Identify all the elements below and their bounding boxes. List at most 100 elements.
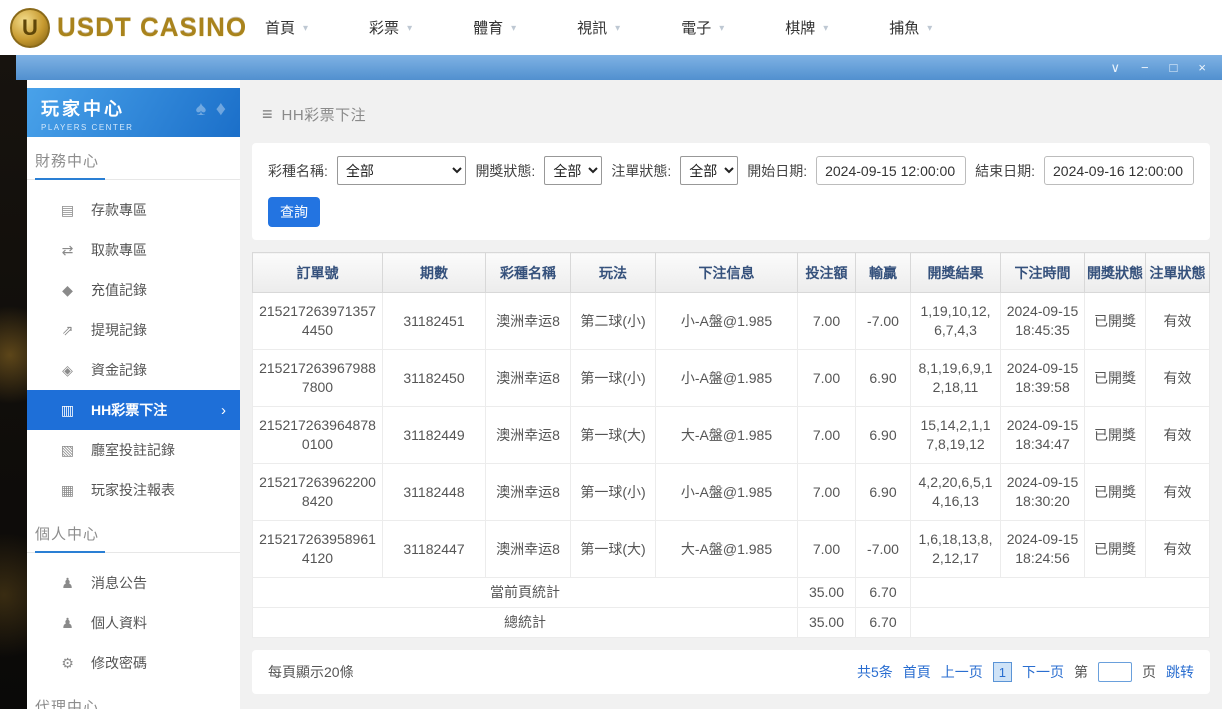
table-row: 2152172639648780100 31182449 澳洲幸运8 第一球(大…: [253, 407, 1210, 464]
next-page-link[interactable]: 下一页: [1022, 662, 1064, 682]
funds-record-icon: ◈: [59, 362, 76, 379]
sidebar-item-messages[interactable]: ♟ 消息公告: [27, 563, 240, 603]
logo[interactable]: U USDT CASINO: [0, 8, 237, 48]
bet-table: 訂單號 期數 彩種名稱 玩法 下注信息 投注額 輸贏 開獎結果 下注時間 開獎狀…: [252, 252, 1210, 638]
draw-status-cell: 已開獎: [1085, 350, 1146, 407]
logo-coin-icon: U: [10, 8, 50, 48]
finance-menu: ▤ 存款專區 ⇄ 取款專區 ◆ 充值記錄 ⇗ 提: [27, 180, 240, 510]
jump-label-pre: 第: [1074, 662, 1088, 682]
section-personal-label: 個人中心: [35, 523, 105, 553]
window-close-button[interactable]: ×: [1198, 61, 1206, 74]
draw-status-cell: 已開獎: [1085, 293, 1146, 350]
play-type-cell: 第一球(小): [571, 350, 656, 407]
filter-row: 彩種名稱: 全部 開獎狀態: 全部 注單狀態: 全部: [268, 156, 1194, 185]
draw-status-select-label: 開獎狀態:: [475, 161, 535, 181]
sidebar-item-deposit[interactable]: ▤ 存款專區: [27, 190, 240, 230]
col-header-bet-info: 下注信息: [656, 253, 798, 293]
lottery-select[interactable]: 全部: [337, 156, 467, 185]
first-page-link[interactable]: 首頁: [903, 662, 931, 682]
pagination-controls: 共5条 首頁 上一页 1 下一页 第 页 跳转: [857, 662, 1194, 682]
profile-icon: ♟: [59, 615, 76, 632]
player-report-icon: ▦: [59, 482, 76, 499]
order-status-cell: 有效: [1146, 464, 1210, 521]
menu-icon[interactable]: ≡: [262, 104, 273, 125]
sidebar-item-label: HH彩票下注: [91, 400, 167, 420]
filter-panel: 彩種名稱: 全部 開獎狀態: 全部 注單狀態: 全部: [252, 143, 1210, 240]
nav-item-slots[interactable]: 電子▾: [653, 0, 757, 55]
sidebar-item-hall-bet-record[interactable]: ▧ 廳室投註記錄: [27, 430, 240, 470]
table-row: 2152172639679887800 31182450 澳洲幸运8 第一球(小…: [253, 350, 1210, 407]
page-jump-input[interactable]: [1098, 662, 1132, 682]
sidebar-item-change-password[interactable]: ⚙ 修改密碼: [27, 643, 240, 683]
window-collapse-button[interactable]: ∨: [1110, 61, 1120, 74]
top-nav-bar: U USDT CASINO 首頁▾ 彩票 ▾ 體育▾ 視訊▾ 電子▾ 棋牌▾ 捕魚…: [0, 0, 1222, 55]
bet-amount-cell: 7.00: [798, 407, 856, 464]
order-status-select[interactable]: 全部: [680, 156, 738, 185]
end-date-input[interactable]: [1044, 156, 1194, 185]
jump-button[interactable]: 跳转: [1166, 662, 1194, 682]
draw-result-cell: 15,14,2,1,17,8,19,12: [911, 407, 1001, 464]
sidebar-item-hh-lottery-bet[interactable]: ▥ HH彩票下注 ›: [27, 390, 240, 430]
lottery-name-cell: 澳洲幸运8: [486, 407, 571, 464]
sidebar-item-label: 提現記錄: [91, 320, 147, 340]
sidebar-item-profile[interactable]: ♟ 個人資料: [27, 603, 240, 643]
sidebar-item-label: 取款專區: [91, 240, 147, 260]
start-date-input[interactable]: [816, 156, 966, 185]
col-header-bet-amount: 投注額: [798, 253, 856, 293]
sidebar-item-label: 玩家投注報表: [91, 480, 175, 500]
bet-amount-cell: 7.00: [798, 293, 856, 350]
query-button[interactable]: 查詢: [268, 197, 320, 227]
nav-item-fishing[interactable]: 捕魚▾: [861, 0, 965, 55]
recharge-record-icon: ◆: [59, 282, 76, 299]
sidebar-header: 玩家中心 PLAYERS CENTER ♠ ♦: [27, 88, 240, 137]
personal-menu: ♟ 消息公告 ♟ 個人資料 ⚙ 修改密碼: [27, 553, 240, 683]
sidebar-item-label: 充值記錄: [91, 280, 147, 300]
chevron-right-icon: ›: [221, 402, 226, 419]
lottery-name-cell: 澳洲幸运8: [486, 464, 571, 521]
bet-info-cell: 大-A盤@1.985: [656, 407, 798, 464]
sidebar-item-recharge-record[interactable]: ◆ 充值記錄: [27, 270, 240, 310]
window-minimize-button[interactable]: −: [1141, 61, 1149, 74]
window-title-bar: ∨ − □ ×: [16, 55, 1222, 80]
lottery-bet-icon: ▥: [59, 402, 76, 419]
sidebar-item-label: 資金記錄: [91, 360, 147, 380]
window-maximize-button[interactable]: □: [1170, 61, 1178, 74]
chevron-down-icon: ▾: [407, 21, 412, 34]
total-count: 共5条: [857, 662, 893, 682]
main-content: ≡ HH彩票下注 彩種名稱: 全部 開獎狀態: 全部: [240, 80, 1222, 709]
order-status-cell: 有效: [1146, 350, 1210, 407]
col-header-order-status: 注單狀態: [1146, 253, 1210, 293]
bet-info-cell: 大-A盤@1.985: [656, 521, 798, 578]
nav-item-live-video[interactable]: 視訊▾: [549, 0, 653, 55]
page-head: ≡ HH彩票下注: [252, 80, 1210, 143]
table-header-row: 訂單號 期數 彩種名稱 玩法 下注信息 投注額 輸贏 開獎結果 下注時間 開獎狀…: [253, 253, 1210, 293]
prev-page-link[interactable]: 上一页: [941, 662, 983, 682]
bet-time-cell: 2024-09-15 18:24:56: [1001, 521, 1085, 578]
sidebar-item-player-report[interactable]: ▦ 玩家投注報表: [27, 470, 240, 510]
nav-item-home[interactable]: 首頁▾: [237, 0, 341, 55]
lottery-name-cell: 澳洲幸运8: [486, 350, 571, 407]
summary-win-loss-cell: 6.70: [856, 608, 911, 638]
section-agent-label: 代理中心: [35, 696, 105, 709]
draw-status-cell: 已開獎: [1085, 464, 1146, 521]
nav-item-label: 彩票: [369, 17, 399, 38]
sidebar-item-withdraw[interactable]: ⇄ 取款專區: [27, 230, 240, 270]
nav-item-lottery[interactable]: 彩票 ▾: [341, 0, 445, 55]
section-finance-label: 財務中心: [35, 150, 105, 180]
win-loss-cell: -7.00: [856, 521, 911, 578]
nav-item-label: 棋牌: [785, 17, 815, 38]
nav-item-chess[interactable]: 棋牌▾: [757, 0, 861, 55]
left-background-strip: [16, 80, 27, 709]
sidebar-item-withdrawal-record[interactable]: ⇗ 提現記錄: [27, 310, 240, 350]
sidebar-item-funds-record[interactable]: ◈ 資金記錄: [27, 350, 240, 390]
nav-item-sports[interactable]: 體育▾: [445, 0, 549, 55]
col-header-draw-result: 開獎結果: [911, 253, 1001, 293]
nav-item-label: 首頁: [265, 17, 295, 38]
current-page-indicator[interactable]: 1: [993, 662, 1012, 682]
order-number-cell: 2152172639589614120: [253, 521, 383, 578]
sidebar-item-label: 個人資料: [91, 613, 147, 633]
draw-result-cell: 1,6,18,13,8,2,12,17: [911, 521, 1001, 578]
nav-item-label: 視訊: [577, 17, 607, 38]
deposit-icon: ▤: [59, 202, 76, 219]
draw-status-select[interactable]: 全部: [544, 156, 602, 185]
